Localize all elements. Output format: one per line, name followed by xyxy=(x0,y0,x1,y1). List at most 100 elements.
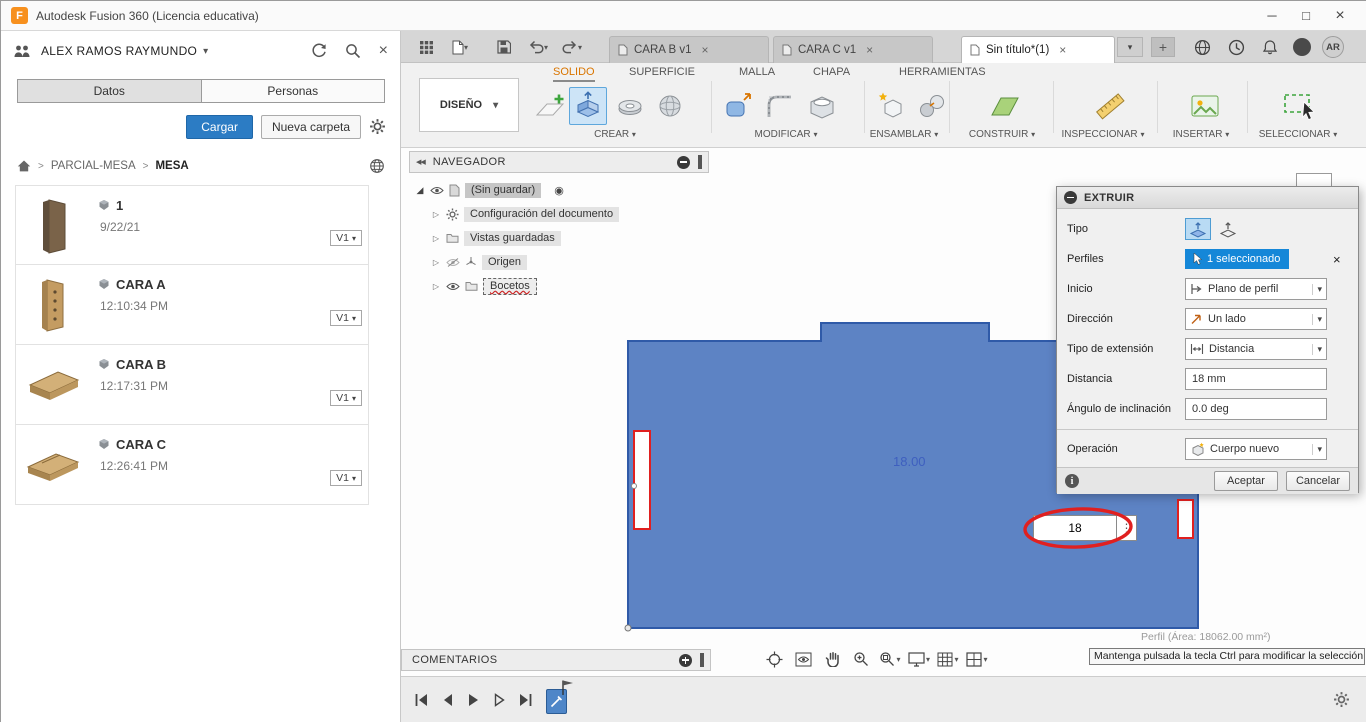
workspace-selector[interactable]: DISEÑO ▾ xyxy=(419,78,519,132)
operation-select[interactable]: Cuerpo nuevo ▾ xyxy=(1185,438,1327,460)
undo-chevron-icon[interactable]: ▾ xyxy=(541,38,551,56)
tree-collapsed-icon[interactable]: ▷ xyxy=(431,210,441,219)
upload-button[interactable]: Cargar xyxy=(186,114,253,139)
list-item[interactable]: CARA C 12:26:41 PM V1 ▾ xyxy=(15,425,369,505)
version-selector[interactable]: V1 ▾ xyxy=(330,230,362,246)
minimize-button[interactable]: ─ xyxy=(1255,2,1289,30)
refresh-icon[interactable] xyxy=(311,42,327,60)
timeline-go-end-button[interactable] xyxy=(515,691,535,709)
tree-root-row[interactable]: ◢ (Sin guardar) ◉ xyxy=(415,180,564,200)
tree-row-origin[interactable]: ▷ Origen xyxy=(431,252,528,272)
zoom-icon[interactable] xyxy=(848,648,874,670)
timeline-step-forward-button[interactable] xyxy=(489,691,509,709)
account-chevron-icon[interactable]: ▾ xyxy=(203,46,208,57)
list-item[interactable]: CARA B 12:17:31 PM V1 ▾ xyxy=(15,345,369,425)
redo-chevron-icon[interactable]: ▾ xyxy=(575,38,585,56)
root-document-label[interactable]: (Sin guardar) xyxy=(465,182,542,198)
joint-icon[interactable] xyxy=(913,87,951,125)
tree-expanded-icon[interactable]: ◢ xyxy=(415,185,425,196)
new-component-icon[interactable] xyxy=(873,87,911,125)
close-tab-icon[interactable]: × xyxy=(702,43,709,57)
avatar[interactable]: AR xyxy=(1321,36,1345,58)
group-label-modificar[interactable]: MODIFICAR ▾ xyxy=(726,129,846,140)
tree-collapsed-icon[interactable]: ▷ xyxy=(431,258,441,267)
close-panel-icon[interactable]: × xyxy=(379,42,388,60)
form-sphere-icon[interactable] xyxy=(651,87,689,125)
tab-datos[interactable]: Datos xyxy=(17,79,202,103)
shell-icon[interactable] xyxy=(803,87,841,125)
construction-plane-icon[interactable] xyxy=(986,87,1024,125)
ribbon-tab-solido[interactable]: SOLIDO xyxy=(553,66,595,82)
tab-list-chevron[interactable]: ▾ xyxy=(1117,37,1143,57)
fillet-icon[interactable] xyxy=(761,87,799,125)
extent-select[interactable]: Distancia ▾ xyxy=(1185,338,1327,360)
version-selector[interactable]: V1 ▾ xyxy=(330,470,362,486)
help-icon[interactable] xyxy=(1291,37,1313,57)
ribbon-tab-chapa[interactable]: CHAPA xyxy=(813,66,850,80)
grid-snaps-icon[interactable]: ▾ xyxy=(935,648,961,670)
extrude-type-solid-button[interactable] xyxy=(1185,218,1211,240)
document-tab[interactable]: CARA B v1 × xyxy=(609,36,769,63)
dialog-collapse-icon[interactable] xyxy=(1064,191,1077,204)
close-window-button[interactable]: × xyxy=(1323,2,1357,30)
create-sketch-icon[interactable] xyxy=(531,87,569,125)
distance-input[interactable]: 18 mm xyxy=(1185,368,1327,390)
ribbon-tab-superficie[interactable]: SUPERFICIE xyxy=(629,66,695,80)
list-item[interactable]: 1 9/22/21 V1 ▾ xyxy=(15,185,369,265)
eye-visible-icon[interactable] xyxy=(430,186,444,195)
look-at-icon[interactable] xyxy=(790,648,816,670)
close-tab-icon[interactable]: × xyxy=(866,43,873,57)
tab-personas[interactable]: Personas xyxy=(201,79,385,103)
new-folder-button[interactable]: Nueva carpeta xyxy=(260,114,361,139)
notifications-bell-icon[interactable] xyxy=(1259,37,1281,57)
version-selector[interactable]: V1 ▾ xyxy=(330,310,362,326)
tree-item-label-selected[interactable]: Bocetos xyxy=(483,277,537,295)
close-tab-icon[interactable]: × xyxy=(1059,43,1066,57)
orbit-icon[interactable] xyxy=(761,648,787,670)
select-tool-icon[interactable] xyxy=(1281,87,1319,125)
pan-hand-icon[interactable] xyxy=(819,648,845,670)
account-name[interactable]: ALEX RAMOS RAYMUNDO xyxy=(41,44,197,58)
tree-row-doc-settings[interactable]: ▷ Configuración del documento xyxy=(431,204,620,224)
ok-button[interactable]: Aceptar xyxy=(1214,471,1278,491)
direction-select[interactable]: Un lado ▾ xyxy=(1185,308,1327,330)
list-item[interactable]: CARA A 12:10:34 PM V1 ▾ xyxy=(15,265,369,345)
settings-gear-icon[interactable] xyxy=(369,118,386,135)
dimension-options-kebab-icon[interactable]: ⋮ xyxy=(1117,515,1137,541)
ribbon-tab-herramientas[interactable]: HERRAMIENTAS xyxy=(899,66,986,80)
new-tab-button[interactable]: + xyxy=(1151,37,1175,57)
dimension-input[interactable] xyxy=(1033,515,1117,541)
breadcrumb-project[interactable]: PARCIAL-MESA xyxy=(51,160,136,172)
eye-visible-icon[interactable] xyxy=(446,282,460,291)
press-pull-icon[interactable] xyxy=(719,87,757,125)
viewport-canvas[interactable]: 18.00 ◀◀ NAVEGADOR ◢ (Sin guardar) ◉ ▷ C… xyxy=(401,148,1366,676)
tree-collapsed-icon[interactable]: ▷ xyxy=(431,282,441,291)
active-component-radio-icon[interactable]: ◉ xyxy=(554,184,564,197)
taper-angle-input[interactable]: 0.0 deg xyxy=(1185,398,1327,420)
web-link-icon[interactable] xyxy=(369,158,385,174)
collapse-panel-icon[interactable]: ◀◀ xyxy=(416,158,426,166)
comments-expand-icon[interactable] xyxy=(679,653,692,667)
zoom-window-icon[interactable]: ▾ xyxy=(877,648,903,670)
home-icon[interactable] xyxy=(17,160,31,172)
start-select[interactable]: Plano de perfil ▾ xyxy=(1185,278,1327,300)
tree-item-label[interactable]: Vistas guardadas xyxy=(464,230,561,246)
measure-icon[interactable] xyxy=(1091,87,1129,125)
tree-item-label[interactable]: Origen xyxy=(482,254,528,270)
display-settings-icon[interactable]: ▾ xyxy=(906,648,932,670)
insert-image-icon[interactable] xyxy=(1186,87,1224,125)
panel-grip[interactable] xyxy=(700,653,704,667)
maximize-button[interactable]: □ xyxy=(1289,2,1323,30)
browser-globe-icon[interactable] xyxy=(1191,37,1213,57)
breadcrumb-folder[interactable]: MESA xyxy=(155,160,188,172)
document-tab-active[interactable]: Sin título*(1) × xyxy=(961,36,1115,63)
viewports-icon[interactable]: ▾ xyxy=(964,648,990,670)
search-icon[interactable] xyxy=(345,42,361,60)
extrude-type-thin-button[interactable] xyxy=(1215,218,1241,240)
revolve-icon[interactable] xyxy=(611,87,649,125)
tree-row-named-views[interactable]: ▷ Vistas guardadas xyxy=(431,228,561,248)
timeline-play-button[interactable] xyxy=(463,691,483,709)
job-status-clock-icon[interactable] xyxy=(1225,37,1247,57)
panel-grip[interactable] xyxy=(698,155,702,169)
info-icon[interactable]: i xyxy=(1065,474,1079,488)
